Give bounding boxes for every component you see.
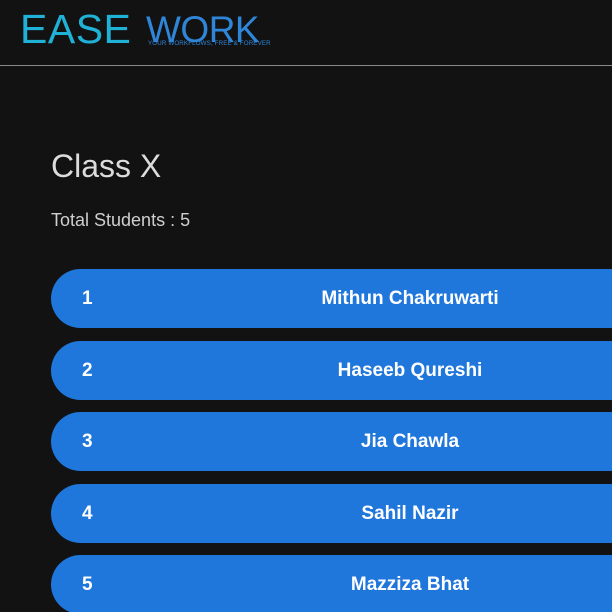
logo-tagline: YOUR WORKFLOWS, FREE & FOREVER <box>148 40 271 47</box>
total-students-label: Total Students : 5 <box>51 210 191 230</box>
student-name: Sahil Nazir <box>361 502 459 524</box>
student-row[interactable]: 5 Mazziza Bhat <box>51 555 612 612</box>
logo-ease-text: EASE <box>20 6 132 52</box>
page: EASE WORK YOUR WORKFLOWS, FREE & FOREVER… <box>0 0 612 612</box>
student-number: 1 <box>82 288 93 309</box>
student-number: 5 <box>82 574 93 595</box>
student-name: Jia Chawla <box>360 431 460 452</box>
student-name: Mazziza Bhat <box>350 574 470 595</box>
student-row[interactable]: 4 Sahil Nazir <box>51 483 612 543</box>
student-list: 1 Mithun Chakruwarti 2 Haseeb Qureshi 3 … <box>51 269 612 612</box>
student-number: 4 <box>82 502 93 524</box>
easework-logo[interactable]: EASE WORK YOUR WORKFLOWS, FREE & FOREVER <box>20 9 276 53</box>
page-title: Class X <box>51 148 162 184</box>
header: EASE WORK YOUR WORKFLOWS, FREE & FOREVER <box>0 0 612 66</box>
student-name: Mithun Chakruwarti <box>321 288 499 309</box>
student-number: 2 <box>82 359 93 381</box>
student-row[interactable]: 3 Jia Chawla <box>51 412 612 471</box>
student-row[interactable]: 1 Mithun Chakruwarti <box>51 269 612 328</box>
student-name: Haseeb Qureshi <box>337 359 483 381</box>
student-number: 3 <box>82 431 93 452</box>
student-row[interactable]: 2 Haseeb Qureshi <box>51 340 612 400</box>
